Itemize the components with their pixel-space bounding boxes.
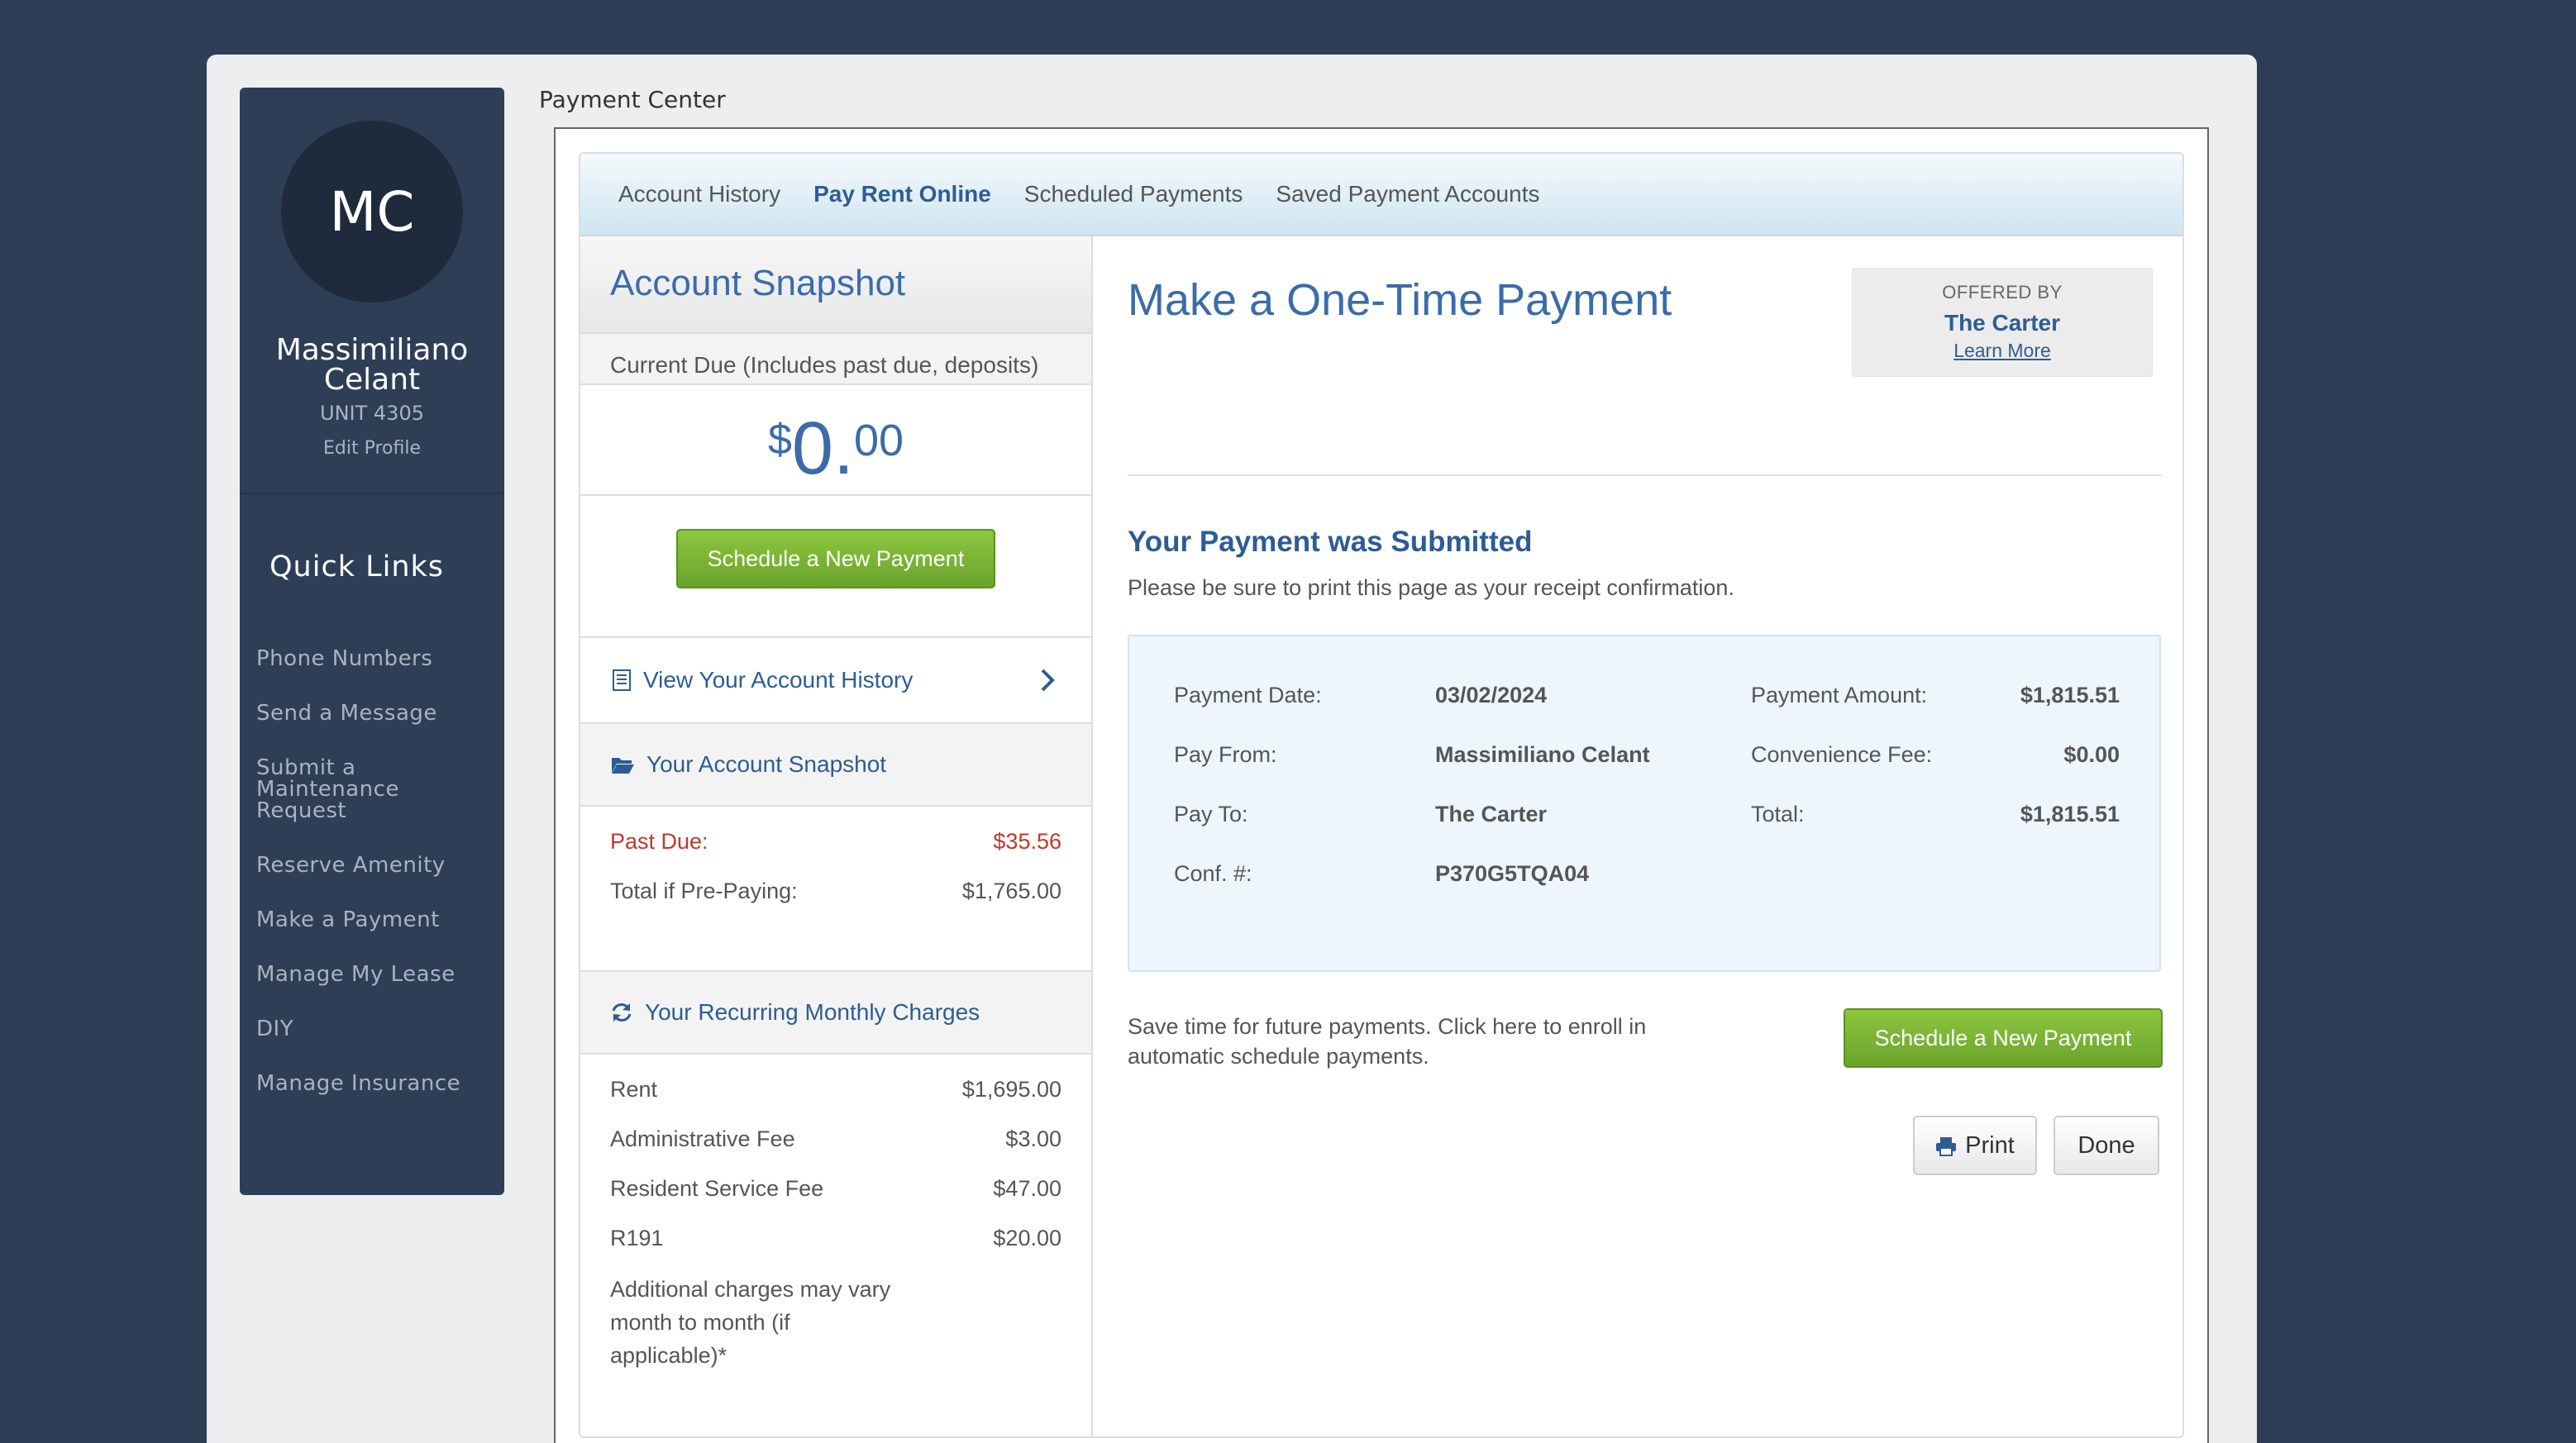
quick-link-send-message[interactable]: Send a Message — [256, 702, 496, 724]
charge-value: $3.00 — [1005, 1126, 1061, 1151]
quick-link-phone-numbers[interactable]: Phone Numbers — [256, 648, 496, 669]
amount-cents: 00 — [853, 416, 904, 465]
payment-date-label: Payment Date: — [1174, 683, 1322, 707]
convenience-fee-value: $0.00 — [2063, 742, 2120, 767]
your-account-snapshot-title: Your Account Snapshot — [646, 751, 887, 777]
tab-pay-rent-online[interactable]: Pay Rent Online — [813, 181, 991, 207]
pay-to-label: Pay To: — [1174, 802, 1248, 826]
refresh-icon — [612, 1003, 632, 1022]
sidebar-divider — [240, 493, 504, 494]
unit-number: UNIT 4305 — [320, 402, 424, 425]
user-name: Massimiliano Celant — [275, 333, 469, 397]
schedule-wrap: Schedule a New Payment — [580, 496, 1091, 638]
charge-label: Administrative Fee — [610, 1126, 795, 1151]
tab-scheduled-payments[interactable]: Scheduled Payments — [1024, 181, 1243, 207]
schedule-new-payment-button[interactable]: Schedule a New Payment — [676, 529, 995, 588]
current-due-label: Current Due (Includes past due, deposits… — [580, 334, 1091, 385]
account-snapshot-title: Account Snapshot — [580, 236, 1091, 334]
charge-value: $47.00 — [993, 1175, 1061, 1201]
quick-links-title: Quick Links — [270, 550, 445, 583]
confirmation-value: P370G5TQA04 — [1435, 861, 1590, 886]
charge-label: Rent — [610, 1076, 658, 1102]
ledger-icon — [613, 669, 631, 691]
prepay-row: Total if Pre-Paying: $1,765.00 — [580, 866, 1091, 916]
charge-row: Rent $1,695.00 — [580, 1064, 1091, 1114]
quick-link-reserve-amenity[interactable]: Reserve Amenity — [256, 855, 496, 876]
past-due-label: Past Due: — [610, 828, 708, 854]
payment-amount-value: $1,815.51 — [2020, 683, 2120, 707]
charge-row: R191 $20.00 — [580, 1213, 1091, 1263]
sidebar: MC Massimiliano Celant UNIT 4305 Edit Pr… — [240, 88, 504, 1195]
tab-saved-payment-accounts[interactable]: Saved Payment Accounts — [1276, 181, 1539, 207]
account-snapshot-column: Account Snapshot Current Due (Includes p… — [580, 236, 1093, 1436]
charge-value: $20.00 — [993, 1225, 1061, 1250]
pay-from-value: Massimiliano Celant — [1435, 742, 1650, 767]
learn-more-link[interactable]: Learn More — [1853, 340, 2152, 362]
printer-icon — [1936, 1137, 1957, 1157]
quick-links-list: Phone Numbers Send a Message Submit a Ma… — [256, 648, 496, 1127]
enroll-autopay-text[interactable]: Save time for future payments. Click her… — [1128, 1012, 1690, 1071]
payment-submitted-title: Your Payment was Submitted — [1128, 526, 1533, 558]
tab-account-history[interactable]: Account History — [618, 181, 780, 207]
convenience-fee-label: Convenience Fee: — [1751, 742, 1933, 767]
recurring-charges-list: Rent $1,695.00 Administrative Fee $3.00 … — [580, 1055, 1091, 1382]
snapshot-details: Past Due: $35.56 Total if Pre-Paying: $1… — [580, 807, 1091, 972]
one-time-payment-column: Make a One-Time Payment OFFERED BY The C… — [1128, 236, 2163, 1436]
avatar[interactable]: MC — [281, 121, 463, 302]
section-divider — [1128, 474, 2161, 476]
pay-from-label: Pay From: — [1174, 742, 1277, 767]
your-account-snapshot-header: Your Account Snapshot — [580, 724, 1091, 807]
quick-link-make-payment[interactable]: Make a Payment — [256, 909, 496, 931]
page-title: Payment Center — [539, 86, 726, 113]
total-label: Total: — [1751, 802, 1805, 826]
quick-link-manage-lease[interactable]: Manage My Lease — [256, 964, 496, 985]
recurring-charges-header: Your Recurring Monthly Charges — [580, 972, 1091, 1055]
quick-link-manage-insurance[interactable]: Manage Insurance — [256, 1073, 496, 1094]
past-due-row: Past Due: $35.56 — [580, 817, 1091, 866]
payment-amount-label: Payment Amount: — [1751, 683, 1928, 707]
print-receipt-note: Please be sure to print this page as you… — [1128, 575, 1734, 600]
offered-by-label: OFFERED BY — [1942, 282, 2063, 302]
payment-panel: Account History Pay Rent Online Schedule… — [579, 152, 2184, 1438]
print-button-label: Print — [1965, 1132, 2015, 1159]
charge-row: Resident Service Fee $47.00 — [580, 1164, 1091, 1213]
schedule-new-payment-button-secondary[interactable]: Schedule a New Payment — [1844, 1008, 2163, 1068]
charge-row: Administrative Fee $3.00 — [580, 1114, 1091, 1164]
prepay-label: Total if Pre-Paying: — [610, 878, 798, 903]
confirmation-label: Conf. #: — [1174, 861, 1252, 886]
offered-by-name: The Carter — [1944, 310, 2061, 336]
done-button[interactable]: Done — [2054, 1116, 2159, 1175]
recurring-charges-title: Your Recurring Monthly Charges — [645, 999, 980, 1025]
past-due-value: $35.56 — [993, 828, 1061, 854]
quick-link-diy[interactable]: DIY — [256, 1018, 496, 1040]
charge-value: $1,695.00 — [961, 1076, 1061, 1102]
prepay-value: $1,765.00 — [961, 878, 1061, 903]
charge-label: R191 — [610, 1225, 664, 1250]
amount-whole: 0. — [791, 407, 854, 490]
total-value: $1,815.51 — [2020, 802, 2120, 826]
edit-profile-link[interactable]: Edit Profile — [240, 438, 504, 459]
print-button[interactable]: Print — [1913, 1116, 2037, 1175]
view-account-history-label: View Your Account History — [643, 667, 914, 693]
quick-link-maintenance-request[interactable]: Submit a Maintenance Request — [256, 757, 496, 822]
folder-open-icon — [612, 758, 634, 774]
pay-to-value: The Carter — [1435, 802, 1548, 826]
payment-date-value: 03/02/2024 — [1435, 683, 1548, 707]
charge-label: Resident Service Fee — [610, 1175, 824, 1201]
payment-tabs: Account History Pay Rent Online Schedule… — [580, 154, 2182, 236]
one-time-payment-title: Make a One-Time Payment — [1128, 275, 1672, 325]
current-due-amount: $0.00 — [580, 385, 1091, 496]
offered-by-box: OFFERED BY The Carter Learn More — [1852, 268, 2153, 377]
view-account-history-link[interactable]: View Your Account History — [580, 638, 1091, 724]
chevron-right-icon — [1041, 669, 1055, 692]
amount-currency: $ — [767, 416, 792, 464]
payment-receipt: Payment Date: 03/02/2024 Payment Amount:… — [1128, 635, 2161, 972]
recurring-charges-note: Additional charges may vary month to mon… — [610, 1277, 891, 1368]
